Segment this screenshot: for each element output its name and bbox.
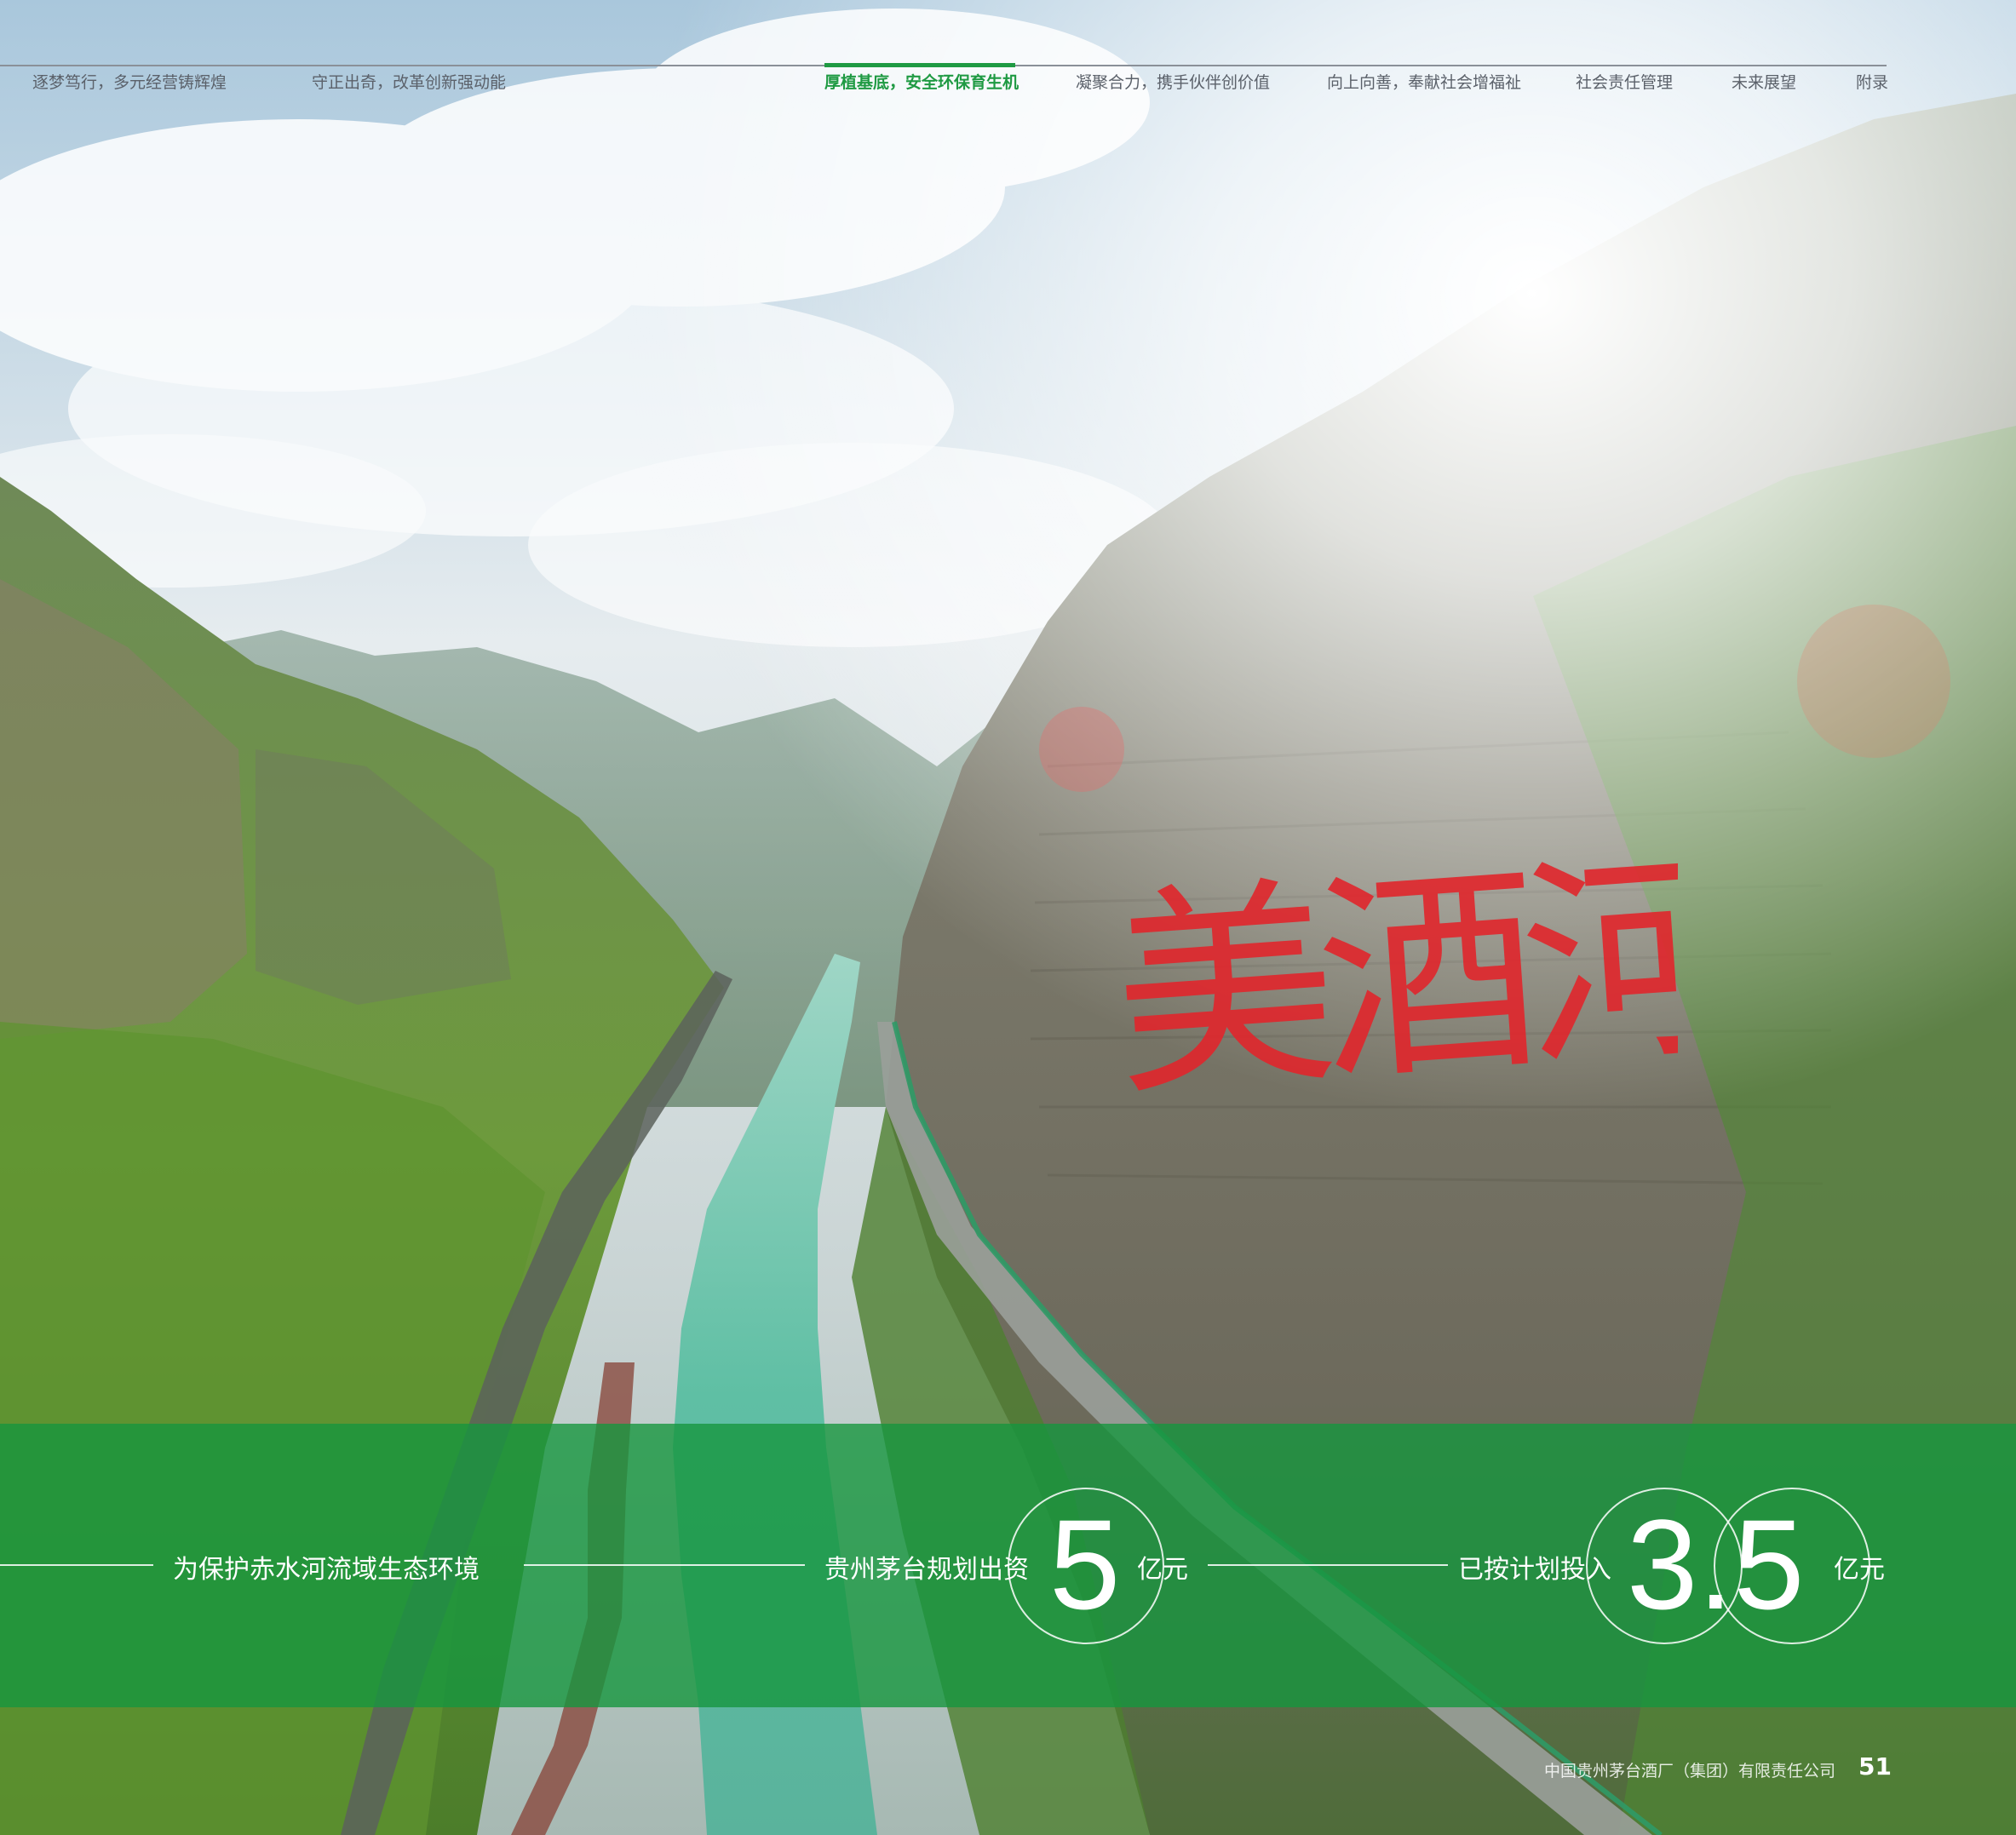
nav-item-safety-environment[interactable]: 厚植基底，安全环保育生机: [824, 70, 1019, 93]
planned-investment-value: 5: [1049, 1493, 1121, 1636]
investment-highlight-band: 为保护赤水河流域生态环境 贵州茅台规划出资 5 亿元 已按计划投入 3.5 亿元: [0, 1424, 2016, 1707]
cliff-calligraphy-meijiuhe: 美酒河: [1106, 834, 1678, 1127]
nav-item-future-outlook[interactable]: 未来展望: [1732, 70, 1796, 93]
footer-company-name: 中国贵州茅台酒厂（集团）有限责任公司: [1544, 1762, 1836, 1781]
nav-item-reform-innovation[interactable]: 守正出奇，改革创新强动能: [312, 70, 506, 93]
band-line-2: [524, 1564, 805, 1566]
nav-active-indicator: [824, 63, 1015, 67]
nav-item-diversified-operations[interactable]: 逐梦笃行，多元经营铸辉煌: [32, 70, 227, 93]
band-line-3: [1208, 1564, 1448, 1566]
band-line-1: [0, 1564, 153, 1566]
protection-statement: 为保护赤水河流域生态环境: [173, 1555, 480, 1585]
nav-item-partner-value[interactable]: 凝聚合力，携手伙伴创价值: [1076, 70, 1270, 93]
nav-item-csr-management[interactable]: 社会责任管理: [1576, 70, 1673, 93]
invested-unit: 亿元: [1834, 1555, 1885, 1585]
nav-item-social-welfare[interactable]: 向上向善，奉献社会增福祉: [1327, 70, 1521, 93]
svg-text:美酒河: 美酒河: [1106, 834, 1678, 1127]
page-number: 51: [1858, 1752, 1892, 1781]
invested-value: 3.5: [1627, 1493, 1805, 1636]
nav-item-appendix[interactable]: 附录: [1856, 70, 1888, 93]
section-navigation: 逐梦笃行，多元经营铸辉煌 守正出奇，改革创新强动能 厚植基底，安全环保育生机 凝…: [0, 0, 2016, 102]
planned-investment-unit: 亿元: [1137, 1555, 1188, 1585]
planned-investment-label: 贵州茅台规划出资: [824, 1555, 1029, 1585]
